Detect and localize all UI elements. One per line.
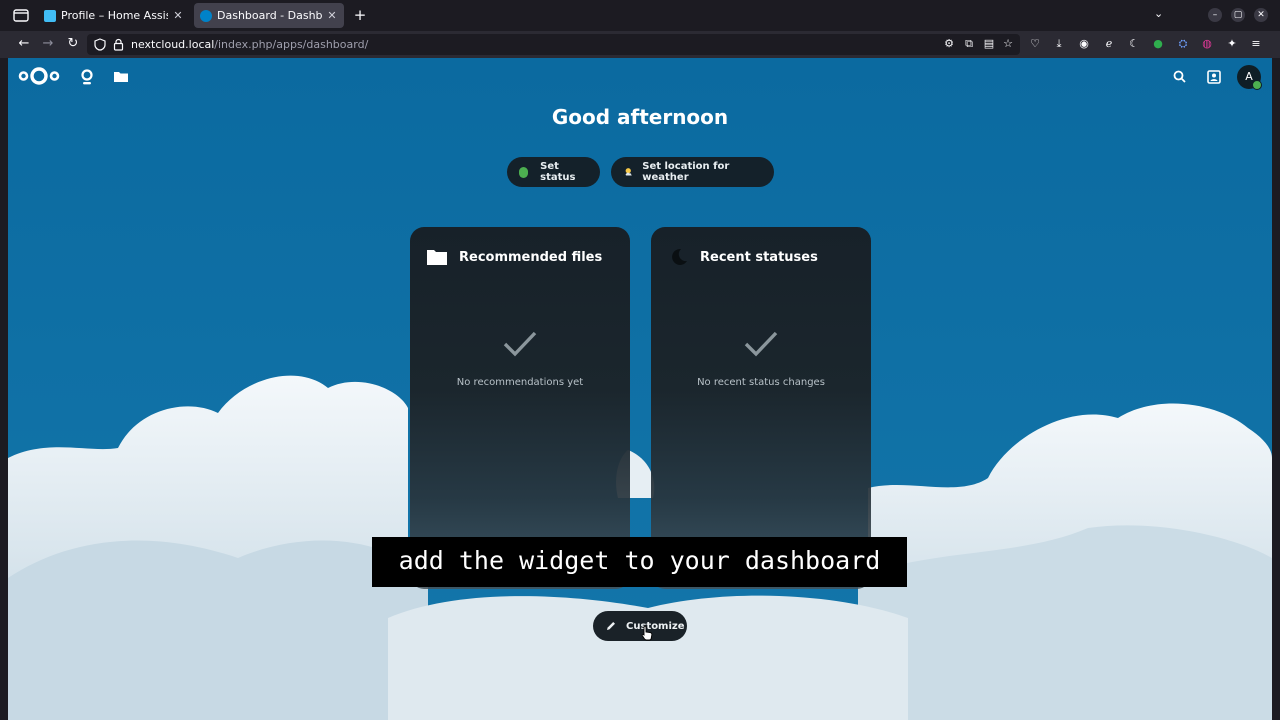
reload-icon[interactable]: ↻ bbox=[65, 36, 81, 52]
shield-icon[interactable] bbox=[94, 38, 106, 51]
bookmark-star-icon[interactable]: ☆ bbox=[1001, 37, 1015, 51]
bug-icon[interactable]: ⚙ bbox=[942, 37, 956, 51]
nextcloud-favicon-icon bbox=[200, 9, 212, 22]
status-online-icon bbox=[519, 166, 529, 178]
set-status-button[interactable]: Set status bbox=[507, 157, 600, 187]
close-window-icon[interactable]: ✕ bbox=[1254, 8, 1268, 22]
set-weather-label: Set location for weather bbox=[642, 161, 730, 183]
forward-arrow-icon[interactable]: → bbox=[40, 36, 56, 52]
home-assistant-favicon-icon bbox=[44, 9, 56, 22]
widget-recommended-files: Recommended files No recommendations yet bbox=[410, 227, 630, 589]
extension-moon-icon[interactable]: ☾ bbox=[1127, 37, 1141, 51]
extension-green-icon[interactable]: ● bbox=[1151, 37, 1165, 51]
browser-tab-bar: Profile – Home Assistant ✕ Dashboard - D… bbox=[0, 0, 1280, 31]
tab-home-assistant[interactable]: Profile – Home Assistant ✕ bbox=[38, 3, 190, 28]
new-tab-button[interactable]: + bbox=[352, 6, 368, 24]
extension-color-icon[interactable]: ◍ bbox=[1200, 37, 1214, 51]
extension-edge-icon[interactable]: ℯ bbox=[1102, 37, 1116, 51]
moon-icon bbox=[672, 248, 687, 265]
widget-title: Recommended files bbox=[459, 250, 603, 265]
customize-button[interactable]: Customize bbox=[593, 611, 687, 641]
url-bar[interactable]: nextcloud.local/index.php/apps/dashboard… bbox=[87, 34, 1020, 55]
firefox-view-icon[interactable] bbox=[12, 7, 30, 23]
nextcloud-logo-icon[interactable] bbox=[18, 66, 60, 86]
set-weather-location-button[interactable]: Set location for weather bbox=[611, 157, 774, 187]
account-icon[interactable]: ◉ bbox=[1077, 37, 1091, 51]
url-host: nextcloud.local bbox=[131, 38, 215, 51]
tab-nextcloud-dashboard[interactable]: Dashboard - Dashboard - Nextcloud ✕ bbox=[194, 3, 344, 28]
set-status-label: Set status bbox=[540, 161, 576, 183]
hand-pointer-cursor-icon bbox=[641, 625, 653, 641]
menu-icon[interactable]: ≡ bbox=[1249, 37, 1263, 51]
files-app-folder-icon[interactable] bbox=[112, 68, 130, 86]
close-tab-icon[interactable]: ✕ bbox=[326, 9, 338, 22]
folder-icon bbox=[427, 250, 447, 265]
downloads-icon[interactable]: ⤓ bbox=[1052, 37, 1066, 51]
tab-title: Dashboard - Dashboard - Nextcloud bbox=[217, 9, 322, 22]
nextcloud-header: A bbox=[8, 58, 1272, 96]
screen: Profile – Home Assistant ✕ Dashboard - D… bbox=[0, 0, 1280, 720]
widget-empty-text: No recent status changes bbox=[697, 377, 825, 388]
search-icon[interactable] bbox=[1171, 68, 1189, 86]
browser-nav-bar: ← → ↻ nextcloud.local/index.php/apps/das… bbox=[0, 31, 1280, 58]
url-text: nextcloud.local/index.php/apps/dashboard… bbox=[131, 38, 368, 51]
widget-empty-text: No recommendations yet bbox=[456, 377, 584, 388]
tab-title: Profile – Home Assistant bbox=[61, 9, 168, 22]
customize-label: Customize bbox=[626, 620, 685, 632]
translate-icon[interactable]: ⧉ bbox=[962, 37, 976, 51]
minimize-icon[interactable]: – bbox=[1208, 8, 1222, 22]
pocket-icon[interactable]: ♡ bbox=[1028, 37, 1042, 51]
back-arrow-icon[interactable]: ← bbox=[16, 36, 32, 52]
close-tab-icon[interactable]: ✕ bbox=[172, 9, 184, 22]
widget-recent-statuses: Recent statuses No recent status changes bbox=[651, 227, 871, 589]
checkmark-icon bbox=[503, 331, 537, 357]
greeting-title: Good afternoon bbox=[551, 105, 729, 129]
online-status-dot bbox=[1252, 80, 1262, 90]
list-all-tabs-chevron-down-icon[interactable]: ⌄ bbox=[1154, 7, 1163, 20]
dashboard-app-icon[interactable] bbox=[78, 68, 96, 86]
maximize-icon[interactable]: ▢ bbox=[1231, 8, 1245, 22]
contacts-icon[interactable] bbox=[1205, 68, 1223, 86]
checkmark-icon bbox=[744, 331, 778, 357]
user-avatar[interactable]: A bbox=[1237, 65, 1262, 90]
avatar-initial: A bbox=[1245, 70, 1253, 83]
reader-view-icon[interactable]: ▤ bbox=[982, 37, 996, 51]
url-path: /index.php/apps/dashboard/ bbox=[214, 38, 369, 51]
video-caption: add the widget to your dashboard bbox=[372, 537, 907, 587]
extensions-puzzle-icon[interactable]: ✦ bbox=[1225, 37, 1239, 51]
lock-icon[interactable] bbox=[113, 38, 124, 51]
widget-title: Recent statuses bbox=[700, 250, 818, 265]
extension-translate-icon[interactable]: ⛭ bbox=[1176, 37, 1190, 51]
pencil-icon bbox=[607, 622, 615, 630]
weather-partly-cloudy-icon bbox=[625, 168, 632, 176]
nextcloud-dashboard-page: A Good afternoon Set status Set location… bbox=[8, 58, 1272, 720]
